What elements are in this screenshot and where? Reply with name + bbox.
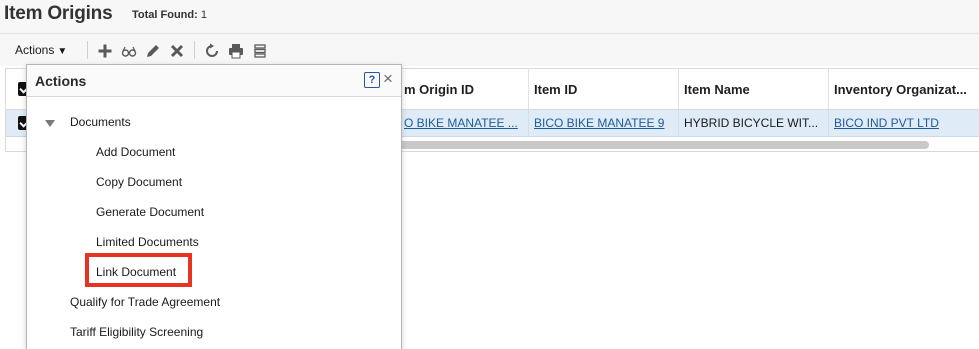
menu-item-tariff-eligibility[interactable]: Tariff Eligibility Screening	[70, 325, 203, 339]
popup-title: Actions	[35, 73, 87, 89]
total-found-value: 1	[200, 9, 207, 21]
collapse-triangle-icon[interactable]	[45, 120, 55, 127]
view-icon[interactable]	[120, 42, 138, 60]
caret-down-icon: ▼	[57, 46, 68, 57]
toolbar-separator	[87, 41, 88, 59]
columns-icon[interactable]	[251, 42, 269, 60]
cell-inventory-org[interactable]: BICO IND PVT LTD	[828, 110, 979, 136]
actions-menu-label: Actions	[15, 43, 55, 57]
refresh-icon[interactable]	[203, 42, 221, 60]
print-icon[interactable]	[227, 42, 245, 60]
column-header-origin-id[interactable]: m Origin ID	[399, 69, 532, 109]
edit-icon[interactable]	[144, 42, 162, 60]
toolbar-separator	[194, 41, 195, 59]
column-header-item-id[interactable]: Item ID	[528, 69, 678, 109]
column-header-item-name[interactable]: Item Name	[678, 69, 828, 109]
menu-item-generate-document[interactable]: Generate Document	[96, 205, 204, 219]
column-header-inventory-org[interactable]: Inventory Organizat...	[828, 69, 979, 109]
actions-menu-button[interactable]: Actions ▼	[15, 43, 67, 57]
actions-popup: Actions ? × Documents Add Document Copy …	[26, 64, 402, 349]
page-title: Item Origins	[4, 3, 113, 24]
menu-item-copy-document[interactable]: Copy Document	[96, 175, 182, 189]
page-header: Item Origins Total Found: 1	[0, 0, 979, 33]
menu-group-documents[interactable]: Documents	[70, 115, 131, 129]
origin-id-link[interactable]: O BIKE MANATEE ...	[404, 116, 518, 130]
delete-icon[interactable]	[168, 42, 186, 60]
horizontal-scrollbar[interactable]	[399, 141, 929, 149]
cell-item-id[interactable]: BICO BIKE MANATEE 9	[528, 110, 678, 136]
close-icon[interactable]: ×	[383, 70, 393, 88]
menu-item-limited-documents[interactable]: Limited Documents	[96, 235, 199, 249]
cell-origin-id[interactable]: O BIKE MANATEE ...	[399, 110, 528, 136]
item-id-link[interactable]: BICO BIKE MANATEE 9	[534, 116, 664, 130]
help-icon[interactable]: ?	[364, 72, 380, 88]
cell-item-name: HYBRID BICYCLE WIT...	[678, 110, 828, 136]
add-icon[interactable]	[96, 42, 114, 60]
popup-header: Actions ? ×	[27, 65, 401, 97]
total-found-label: Total Found:	[132, 9, 198, 21]
inventory-org-link[interactable]: BICO IND PVT LTD	[834, 116, 939, 130]
total-found: Total Found: 1	[132, 9, 207, 21]
toolbar: Actions ▼	[0, 33, 979, 66]
menu-item-qualify-trade-agreement[interactable]: Qualify for Trade Agreement	[70, 295, 220, 309]
menu-item-add-document[interactable]: Add Document	[96, 145, 175, 159]
highlight-box	[85, 253, 192, 287]
